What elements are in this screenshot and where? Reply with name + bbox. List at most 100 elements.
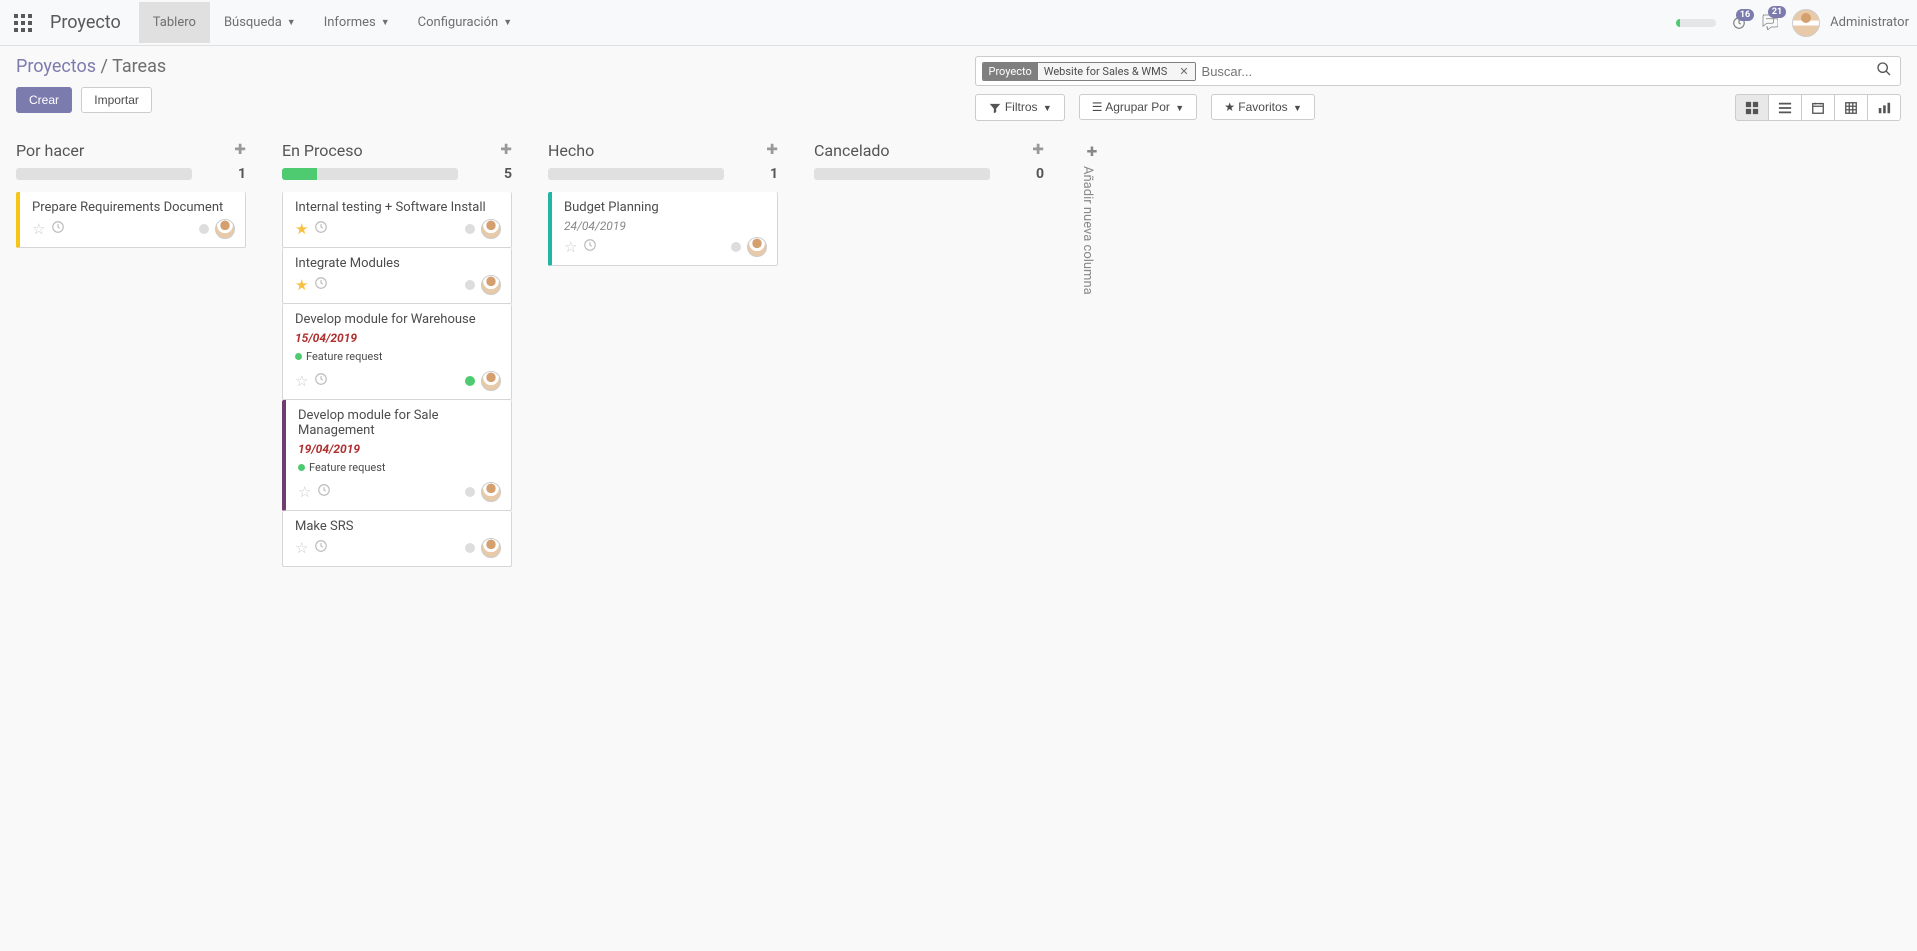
- kanban-card[interactable]: Make SRS ☆: [282, 511, 512, 567]
- column-add-icon[interactable]: ✚: [234, 142, 246, 158]
- search-facet: Proyecto Website for Sales & WMS ✕: [982, 62, 1196, 81]
- kanban-card[interactable]: Develop module for Sale Management19/04/…: [282, 400, 512, 511]
- column-count: 5: [504, 166, 512, 182]
- star-icon[interactable]: ☆: [32, 220, 45, 238]
- star-icon[interactable]: ☆: [295, 372, 308, 390]
- assignee-avatar-icon[interactable]: [481, 482, 501, 502]
- facet-value: Website for Sales & WMS: [1038, 63, 1174, 80]
- add-column-label: Añadir nueva columna: [1080, 166, 1095, 295]
- column-add-icon[interactable]: ✚: [766, 142, 778, 158]
- kanban-view-button[interactable]: [1735, 94, 1769, 121]
- column-progress[interactable]: [16, 168, 192, 180]
- messages-icon[interactable]: 21: [1760, 12, 1778, 34]
- card-title: Budget Planning: [564, 200, 767, 215]
- nav-busqueda[interactable]: Búsqueda▼: [210, 2, 310, 43]
- facet-remove-icon[interactable]: ✕: [1173, 63, 1194, 80]
- card-title: Internal testing + Software Install: [295, 200, 501, 215]
- create-button[interactable]: Crear: [16, 87, 72, 113]
- activities-icon[interactable]: 16: [1732, 15, 1746, 30]
- view-switcher: [1735, 94, 1901, 121]
- status-dot-icon[interactable]: [465, 376, 475, 386]
- column-progress[interactable]: [282, 168, 458, 180]
- user-menu[interactable]: Administrator: [1792, 9, 1909, 37]
- favorites-button[interactable]: ★ Favoritos ▼: [1211, 94, 1315, 120]
- search-bar: Proyecto Website for Sales & WMS ✕: [975, 56, 1902, 86]
- column-title: Cancelado: [814, 141, 890, 160]
- add-column[interactable]: ✚ Añadir nueva columna: [1080, 137, 1104, 295]
- kanban-card[interactable]: Prepare Requirements Document ☆: [16, 192, 246, 248]
- mini-progress[interactable]: [1676, 19, 1716, 27]
- filters-button[interactable]: Filtros ▼: [975, 94, 1065, 121]
- status-dot-icon[interactable]: [731, 242, 741, 252]
- column-count: 0: [1036, 166, 1044, 182]
- breadcrumb: Proyectos / Tareas: [16, 56, 959, 77]
- assignee-avatar-icon[interactable]: [481, 219, 501, 239]
- app-title: Proyecto: [50, 12, 121, 33]
- nav-tablero[interactable]: Tablero: [139, 2, 210, 43]
- nav-informes[interactable]: Informes▼: [310, 2, 404, 43]
- pivot-view-button[interactable]: [1834, 94, 1868, 121]
- column-title: En Proceso: [282, 141, 363, 160]
- kanban-card[interactable]: Integrate Modules ★: [282, 248, 512, 304]
- list-icon: ☰: [1092, 100, 1103, 114]
- list-view-button[interactable]: [1768, 94, 1802, 121]
- calendar-icon: [1811, 101, 1825, 115]
- card-title: Develop module for Sale Management: [298, 408, 501, 438]
- kanban-column: Por hacer✚1Prepare Requirements Document…: [16, 137, 246, 248]
- status-dot-icon[interactable]: [465, 543, 475, 553]
- star-icon[interactable]: ☆: [564, 238, 577, 256]
- search-input[interactable]: [1196, 60, 1874, 83]
- clock-icon[interactable]: [314, 220, 328, 238]
- column-add-icon[interactable]: ✚: [500, 142, 512, 158]
- star-icon[interactable]: ☆: [295, 539, 308, 557]
- card-tag: Feature request: [298, 461, 386, 474]
- clock-icon[interactable]: [51, 220, 65, 238]
- assignee-avatar-icon[interactable]: [481, 538, 501, 558]
- favorites-label: Favoritos: [1238, 100, 1287, 114]
- kanban-card[interactable]: Budget Planning24/04/2019 ☆: [548, 192, 778, 266]
- card-tag: Feature request: [295, 350, 383, 363]
- top-navbar: Proyecto Tablero Búsqueda▼ Informes▼ Con…: [0, 0, 1917, 46]
- clock-icon[interactable]: [314, 276, 328, 294]
- kanban-card[interactable]: Internal testing + Software Install ★: [282, 192, 512, 248]
- star-icon[interactable]: ☆: [298, 483, 311, 501]
- control-panel: Proyectos / Tareas Crear Importar Proyec…: [0, 46, 1917, 129]
- column-add-icon[interactable]: ✚: [1032, 142, 1044, 158]
- assignee-avatar-icon[interactable]: [747, 237, 767, 257]
- status-dot-icon[interactable]: [465, 487, 475, 497]
- star-icon[interactable]: ★: [295, 276, 308, 294]
- import-button[interactable]: Importar: [81, 87, 152, 113]
- clock-icon[interactable]: [314, 539, 328, 557]
- clock-icon[interactable]: [317, 483, 331, 501]
- status-dot-icon[interactable]: [465, 280, 475, 290]
- messages-badge: 21: [1768, 6, 1786, 18]
- clock-icon[interactable]: [314, 372, 328, 390]
- clock-icon[interactable]: [583, 238, 597, 256]
- calendar-view-button[interactable]: [1801, 94, 1835, 121]
- breadcrumb-current: Tareas: [112, 56, 166, 77]
- card-title: Make SRS: [295, 519, 501, 534]
- search-icon[interactable]: [1874, 59, 1894, 83]
- card-date: 15/04/2019: [295, 331, 501, 345]
- activities-badge: 16: [1736, 9, 1754, 21]
- star-icon: ★: [1224, 100, 1235, 114]
- kanban-column: Hecho✚1Budget Planning24/04/2019 ☆: [548, 137, 778, 266]
- star-icon[interactable]: ★: [295, 220, 308, 238]
- kanban-card[interactable]: Develop module for Warehouse15/04/2019Fe…: [282, 304, 512, 400]
- apps-icon[interactable]: [8, 8, 38, 38]
- assignee-avatar-icon[interactable]: [481, 275, 501, 295]
- nav-configuracion[interactable]: Configuración▼: [404, 2, 526, 43]
- assignee-avatar-icon[interactable]: [481, 371, 501, 391]
- graph-view-button[interactable]: [1867, 94, 1901, 121]
- plus-icon[interactable]: ✚: [1080, 145, 1104, 160]
- assignee-avatar-icon[interactable]: [215, 219, 235, 239]
- breadcrumb-parent[interactable]: Proyectos: [16, 56, 96, 77]
- chevron-down-icon: ▼: [1175, 103, 1184, 113]
- column-progress[interactable]: [548, 168, 724, 180]
- groupby-button[interactable]: ☰ Agrupar Por ▼: [1079, 94, 1197, 120]
- status-dot-icon[interactable]: [199, 224, 209, 234]
- column-progress[interactable]: [814, 168, 990, 180]
- kanban-column: Cancelado ✚ 0: [814, 137, 1044, 192]
- nav-item-label: Configuración: [418, 15, 499, 30]
- status-dot-icon[interactable]: [465, 224, 475, 234]
